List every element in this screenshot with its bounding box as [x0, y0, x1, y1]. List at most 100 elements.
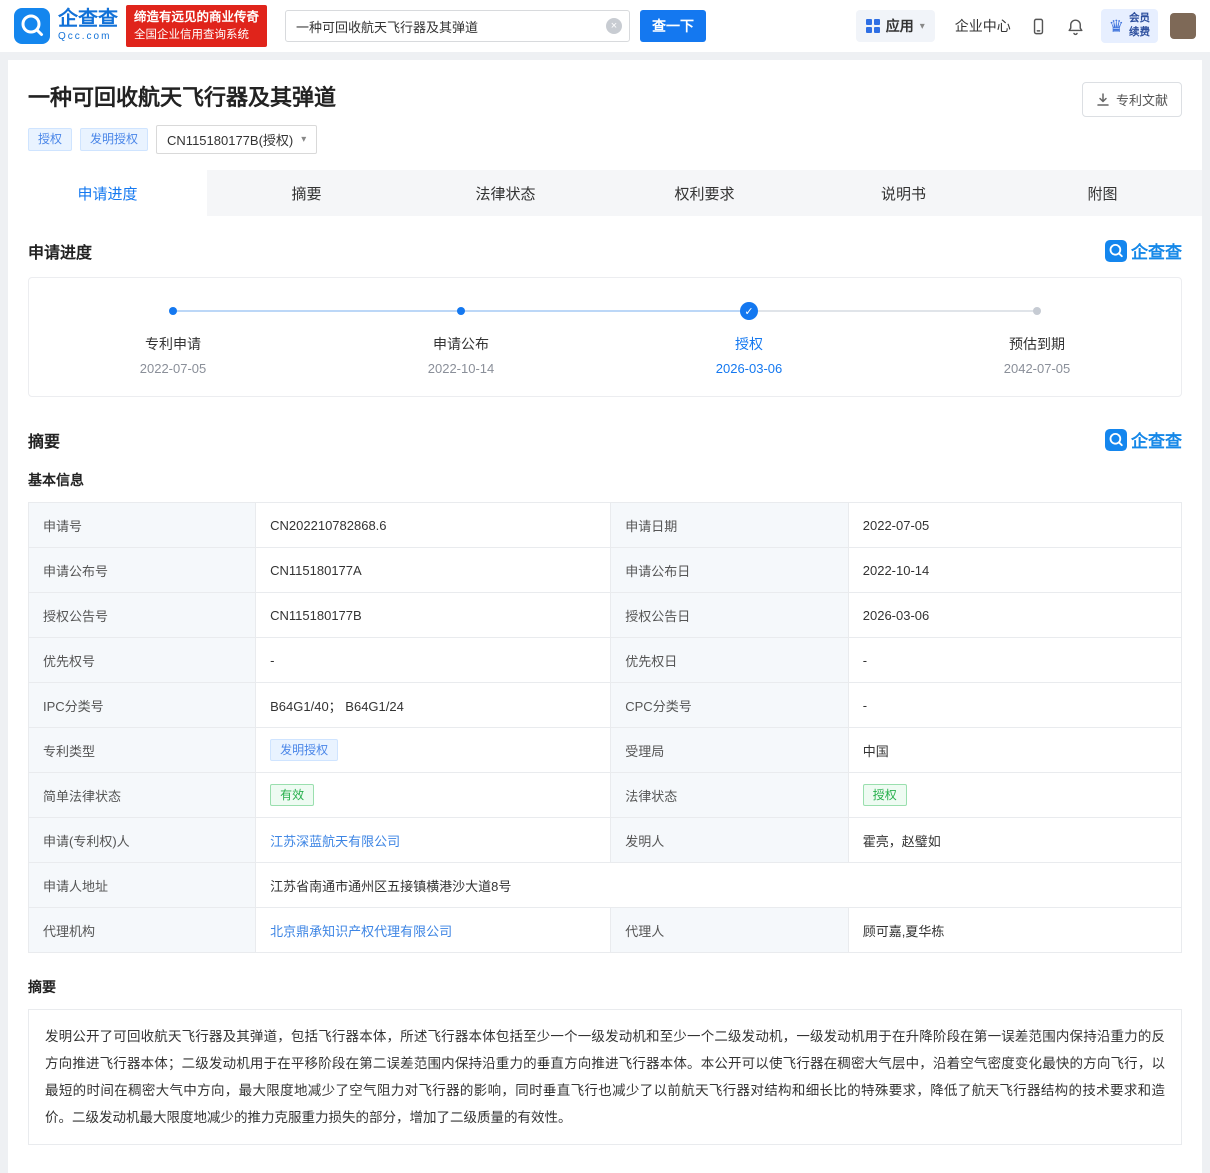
step-label: 专利申请	[145, 336, 201, 352]
cell-text: 2022-07-05	[862, 517, 930, 533]
summary-section-head: 摘要 企查查	[28, 427, 1182, 452]
field-label: CPC分类号	[610, 682, 849, 728]
qcc-watermark-text: 企查查	[1131, 243, 1182, 262]
qcc-watermark-logo: 企查查	[1105, 238, 1182, 263]
cell-text: 顾可嘉,夏华栋	[862, 923, 945, 939]
user-avatar[interactable]	[1170, 13, 1196, 39]
step-label: 授权	[735, 336, 763, 352]
section-title-summary: 摘要	[28, 433, 61, 451]
brand-name: 企查查	[58, 8, 118, 31]
tab-legal-status[interactable]: 法律状态	[406, 170, 605, 216]
field-label: 申请号	[27, 502, 257, 548]
field-value: 北京鼎承知识产权代理有限公司	[255, 907, 612, 953]
field-value: 发明授权	[255, 727, 612, 773]
entity-link[interactable]: 江苏深蓝航天有限公司	[270, 834, 400, 849]
tab-abstract[interactable]: 摘要	[207, 170, 406, 216]
patent-type-tag: 发明授权	[270, 738, 339, 762]
field-value: CN115180177B	[255, 592, 612, 638]
member-text: 会员 续费	[1129, 12, 1150, 39]
top-header: 企查查 Qcc.com 缔造有远见的商业传奇 全国企业信用查询系统 × 查一下 …	[0, 0, 1210, 52]
field-value: 江苏深蓝航天有限公司	[255, 817, 612, 863]
cell-text: 简单法律状态	[43, 788, 122, 804]
timeline-step: 申请公布 2022-10-14	[317, 302, 605, 376]
field-label: 专利类型	[27, 727, 257, 773]
field-label: 受理局	[610, 727, 849, 773]
tag-granted: 授权	[28, 128, 73, 151]
timeline: 专利申请 2022-07-05 申请公布 2022-10-14 ✓ 授权 2026-03-0…	[29, 302, 1181, 376]
member-renew-button[interactable]: ♛ 会员 续费	[1100, 9, 1158, 43]
member-line2: 续费	[1129, 26, 1150, 38]
field-label: 法律状态	[610, 772, 849, 818]
status-tag: 授权	[862, 783, 907, 807]
tab-description[interactable]: 说明书	[804, 170, 1003, 216]
step-date: 2022-07-05	[139, 361, 207, 376]
cell-text: 申请公布号	[43, 563, 109, 579]
field-label: 授权公告号	[27, 592, 257, 638]
table-row: 申请公布号 CN115180177A 申请公布日 2022-10-14	[27, 547, 1183, 593]
timeline-box: 专利申请 2022-07-05 申请公布 2022-10-14 ✓ 授权 2026-03-0…	[28, 277, 1182, 397]
cell-text: 2022-10-14	[862, 562, 930, 578]
field-label: 代理人	[610, 907, 849, 953]
timeline-step: ✓ 授权 2026-03-06	[605, 302, 893, 376]
progress-section-head: 申请进度 企查查	[28, 238, 1182, 263]
apps-menu[interactable]: 应用 ▾	[855, 10, 935, 42]
patent-doc-button[interactable]: 专利文献	[1081, 82, 1182, 117]
cell-text: 2026-03-06	[862, 607, 930, 623]
field-value: 2022-10-14	[847, 547, 1183, 593]
field-value: -	[255, 637, 612, 683]
section-title-progress: 申请进度	[28, 244, 93, 262]
table-row: 授权公告号 CN115180177B 授权公告日 2026-03-06	[27, 592, 1183, 638]
cell-text: IPC分类号	[43, 698, 104, 714]
patent-doc-label: 专利文献	[1115, 93, 1168, 108]
brand-text: 企查查 Qcc.com	[58, 9, 118, 43]
patent-number-value: CN115180177B(授权)	[167, 133, 294, 148]
cell-text: 授权公告号	[43, 608, 109, 624]
qcc-logo[interactable]: 企查查 Qcc.com	[14, 8, 118, 44]
cell-text: 申请人地址	[43, 878, 109, 894]
cell-text: 申请公布日	[625, 563, 691, 579]
slogan-line1: 缔造有远见的商业传奇	[134, 10, 260, 25]
cell-text: 霍亮，赵璧如	[862, 833, 941, 849]
patent-number-select[interactable]: CN115180177B(授权) ▾	[156, 125, 318, 154]
field-value: 霍亮，赵璧如	[847, 817, 1183, 863]
status-tag: 有效	[270, 783, 315, 807]
cell-text: CN202210782868.6	[270, 517, 387, 533]
cell-text: 申请(专利权)人	[43, 833, 130, 849]
cell-text: -	[862, 697, 868, 713]
field-value: CN202210782868.6	[255, 502, 612, 548]
entity-link[interactable]: 北京鼎承知识产权代理有限公司	[270, 924, 452, 939]
tab-drawings[interactable]: 附图	[1003, 170, 1202, 216]
apps-grid-icon	[865, 19, 880, 33]
field-value: B64G1/40； B64G1/24	[255, 682, 612, 728]
step-date: 2042-07-05	[1003, 361, 1071, 376]
cell-text: 发明人	[625, 833, 665, 849]
tab-claims[interactable]: 权利要求	[605, 170, 804, 216]
qcc-logo-icon	[14, 8, 50, 44]
field-value: 中国	[847, 727, 1183, 773]
enterprise-center-link[interactable]: 企业中心	[955, 16, 1011, 36]
mobile-app-icon[interactable]	[1029, 17, 1048, 36]
timeline-step: 预估到期 2042-07-05	[893, 302, 1181, 376]
table-row: 代理机构 北京鼎承知识产权代理有限公司 代理人 顾可嘉,夏华栋	[27, 907, 1183, 953]
cell-text: -	[270, 652, 275, 668]
field-value: -	[847, 682, 1183, 728]
search-button[interactable]: 查一下	[640, 10, 707, 42]
field-value: 顾可嘉,夏华栋	[847, 907, 1183, 953]
cell-text: 申请号	[43, 518, 83, 534]
field-label: 申请人地址	[27, 862, 257, 908]
table-row: 申请人地址 江苏省南通市通州区五接镇横港沙大道8号	[27, 862, 1182, 908]
notifications-bell-icon[interactable]	[1066, 17, 1085, 36]
cell-text: 代理机构	[43, 923, 96, 939]
step-date: 2022-10-14	[427, 361, 495, 376]
cell-text: 申请日期	[625, 518, 678, 534]
search-input[interactable]	[285, 10, 631, 42]
qcc-watermark-logo: 企查查	[1105, 427, 1182, 452]
search-clear-icon[interactable]: ×	[606, 18, 623, 34]
cell-text: CPC分类号	[625, 698, 692, 714]
cell-text: 法律状态	[625, 788, 678, 804]
tab-application-progress[interactable]: 申请进度	[8, 170, 207, 216]
cell-text: -	[862, 652, 868, 668]
tab-bar: 申请进度 摘要 法律状态 权利要求 说明书 附图	[8, 170, 1202, 216]
step-label: 申请公布	[433, 336, 489, 352]
field-label: 申请(专利权)人	[27, 817, 257, 863]
